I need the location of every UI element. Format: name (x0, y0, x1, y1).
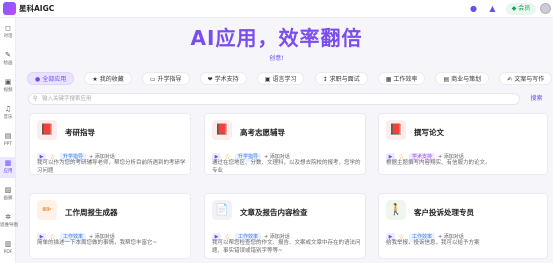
tab-label: 求职与面试 (329, 76, 360, 83)
tab-label: 语言学习 (272, 76, 297, 83)
diamond-icon: ◆ (511, 5, 517, 12)
card-title: 考研指导 (65, 128, 95, 137)
app-card[interactable]: 📕 撰写论文 ▶ ☆ 学术支持 + 添加对话 根据主题撰写内容翔实、有信服力的论文。 (378, 113, 548, 175)
star-icon: ★ (92, 76, 98, 83)
book-icon: 📕 (37, 120, 57, 140)
tab-job-interview[interactable]: ↕ 求职与面试 (314, 72, 368, 85)
briefcase-icon: ↕ (322, 76, 328, 83)
search-input[interactable]: 输入关键字搜索应用 (28, 93, 520, 105)
tab-favorites[interactable]: ★ 我的收藏 (84, 72, 132, 85)
card-actions: ▶ ☆ 升学指导 + 添加对话 (37, 147, 115, 162)
document-icon: 📄 (212, 200, 232, 220)
book-icon: 📕 (386, 120, 406, 140)
card-actions: ▶ ☆ 工作效率 + 添加对话 (212, 227, 290, 242)
vip-label: 会员 (518, 5, 531, 12)
top-bar: 星科AIGC ● ▲ ◆ 会员 (0, 0, 553, 18)
sidebar-item-gallery[interactable]: ▨ 画廊 (0, 184, 16, 205)
tab-all-apps[interactable]: ● 全部应用 (27, 72, 75, 85)
card-title: 工作周报生成器 (65, 208, 118, 217)
card-description: 根据主题撰写内容翔实、有信服力的论文。 (386, 160, 491, 166)
dot-icon: ● (35, 76, 41, 83)
mindmap-icon: ✲ (5, 213, 11, 221)
sidebar-item-pdf[interactable]: ▥ PDF (0, 238, 16, 259)
tab-academic-support[interactable]: ❤ 学术支持 (199, 72, 247, 85)
app-title: 星科AIGC (19, 4, 55, 13)
logo (3, 2, 16, 15)
card-description: 简单的描述一下本周您做的事情，我帮您丰富它~ (37, 240, 158, 246)
tab-admission-guide[interactable]: ▭ 升学指导 (141, 72, 190, 85)
app-card[interactable]: 📕 高考志愿辅导 ▶ ☆ 升学指导 + 添加对话 通过在您地区、分数、文理科，以及想去… (204, 113, 366, 175)
sidebar-item-ppt[interactable]: ▤ PPT (0, 130, 16, 151)
sidebar-item-label: PPT (3, 142, 13, 147)
sidebar-item-apps[interactable]: ▦ 应用 (0, 157, 16, 178)
hero-title: AI应用，效率翻倍 (190, 26, 363, 50)
sidebar-item-label: 音乐 (3, 115, 13, 120)
card-actions: ▶ ☆ 学术支持 + 添加对话 (386, 147, 464, 162)
card-title: 高考志愿辅导 (240, 128, 285, 137)
tab-label: 文案与写作 (514, 76, 545, 83)
tab-work-efficiency[interactable]: ▦ 工作效率 (377, 72, 426, 85)
music-icon: ♫ (4, 105, 12, 113)
tab-label: 商业与策划 (451, 76, 482, 83)
card-description: 我可以帮您检查您的作文、报告、文案或文章中存在的语法问题、事实错误或错别字等等~ (212, 240, 361, 254)
tab-copywriting[interactable]: ✍ 文案与写作 (499, 72, 553, 85)
card-actions: ▶ ☆ 工作效率 + 添加对话 (37, 227, 115, 242)
sidebar-item-label: 视频 (3, 88, 13, 93)
sidebar-item-label: PDF (3, 250, 13, 255)
sidebar-item-video[interactable]: ▣ 视频 (0, 76, 16, 97)
card-description: 通过在您地区、分数、文理科，以及想去院校的报考，您学的专业 (212, 160, 361, 174)
book-icon: 📕 (212, 120, 232, 140)
ppt-icon: ▤ (4, 132, 12, 140)
tab-label: 我的收藏 (99, 76, 124, 83)
sidebar-item-music[interactable]: ♫ 音乐 (0, 103, 16, 124)
hero-subtitle: 创意! (269, 55, 284, 62)
book-icon: ▭ (149, 76, 156, 83)
pencil-icon: ✏ (37, 200, 57, 220)
avatar[interactable] (540, 3, 551, 14)
sidebar-item-label: 思维导图 (0, 223, 18, 228)
card-title: 文章及报告内容检查 (240, 208, 308, 217)
grid-icon: ▦ (385, 76, 392, 83)
heart-icon: ❤ (207, 76, 213, 83)
language-icon: ▣ (264, 76, 271, 83)
tab-business-planning[interactable]: ▤ 商业与策划 (435, 72, 490, 85)
tab-label: 升学指导 (157, 76, 182, 83)
tab-label: 全部应用 (42, 76, 67, 83)
person-icon: 🚶 (386, 200, 406, 220)
video-icon: ▣ (4, 78, 12, 86)
card-title: 客户投诉处理专员 (414, 208, 474, 217)
card-description: 给我举报，投诉信息，我可以给予方案 (386, 240, 480, 246)
sidebar-item-label: 应用 (3, 169, 13, 174)
tab-language-learning[interactable]: ▣ 语言学习 (256, 72, 305, 85)
search-button[interactable]: 搜索 (524, 93, 549, 105)
bell-icon[interactable]: ▲ (487, 3, 498, 14)
card-title: 撰写论文 (414, 128, 444, 137)
search-icon: ⚲ (33, 95, 38, 102)
tab-label: 工作效率 (393, 76, 418, 83)
pen-icon: ✍ (507, 76, 513, 83)
card-actions: ▶ ☆ 工作效率 + 添加对话 (386, 227, 464, 242)
tab-label: 学术支持 (214, 76, 239, 83)
pdf-icon: ▥ (4, 240, 12, 248)
card-description: 我可以作为您的考研辅导老师，帮您分析目前所遇到的考研学习问题 (37, 160, 186, 174)
app-card[interactable]: 📕 考研指导 ▶ ☆ 升学指导 + 添加对话 我可以作为您的考研辅导老师，帮您分析目前… (29, 113, 191, 175)
app-card[interactable]: ✏ 工作周报生成器 ▶ ☆ 工作效率 + 添加对话 简单的描述一下本周您做的事情，我帮… (29, 193, 191, 259)
card-actions: ▶ ☆ 升学指导 + 添加对话 (212, 147, 290, 162)
app-card[interactable]: 🚶 客户投诉处理专员 ▶ ☆ 工作效率 + 添加对话 给我举报，投诉信息，我可以给予方… (378, 193, 548, 259)
sidebar-item-label: 画廊 (3, 196, 13, 201)
chat-bubble-icon[interactable]: ● (468, 3, 479, 14)
vip-button[interactable]: ◆ 会员 (506, 3, 536, 15)
apps-icon: ▦ (4, 159, 12, 167)
app-card[interactable]: 📄 文章及报告内容检查 ▶ ☆ 工作效率 + 添加对话 我可以帮您检查您的作文、报告、… (204, 193, 366, 259)
sidebar-item-mindmap[interactable]: ✲ 思维导图 (0, 211, 18, 232)
chart-icon: ▤ (443, 76, 450, 83)
category-tabs: ● 全部应用 ★ 我的收藏 ▭ 升学指导 ❤ 学术支持 ▣ 语言学习 ↕ 求职与面试 ▦ 工作… (27, 72, 553, 85)
gallery-icon: ▨ (4, 186, 12, 194)
